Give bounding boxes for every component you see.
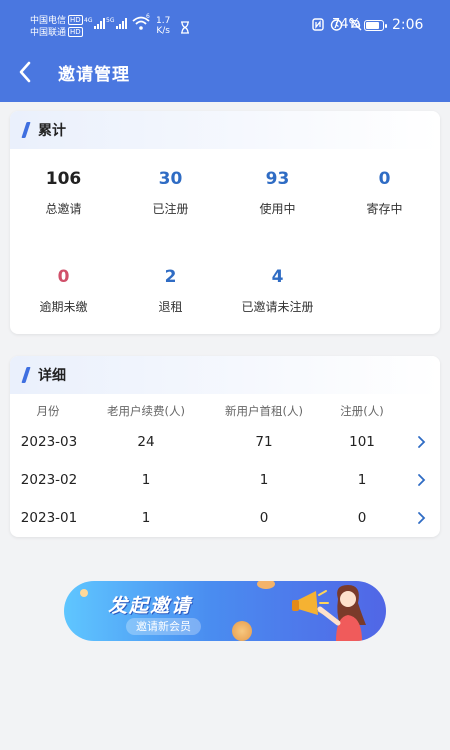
coin-decoration [257, 581, 275, 589]
coin-decoration [232, 621, 252, 641]
clock: 2:06 [392, 17, 424, 33]
stat-label: 退租 [158, 300, 183, 314]
column-header-month: 月份 [36, 404, 60, 418]
stat-label: 总邀请 [45, 202, 82, 216]
summary-card: 累计 106 总邀请 30 已注册 93 使用中 0 寄存中 0 逾期未缴 2 … [10, 111, 440, 334]
coin-decoration [80, 589, 88, 597]
row-month: 2023-02 [20, 472, 78, 488]
app-header: 中国电信 HD 中国联通 HD 4G 5G 6 1.7 K/s 74% 2:06… [0, 0, 450, 102]
row-register: 101 [349, 434, 375, 450]
stat-value: 106 [45, 169, 82, 189]
back-button[interactable] [10, 56, 40, 88]
speed-value: 1.7 [156, 16, 171, 26]
row-register: 0 [357, 510, 367, 526]
wifi-label: 6 [146, 13, 150, 20]
row-register: 1 [357, 472, 367, 488]
megaphone-icon [292, 585, 366, 641]
table-row[interactable]: 2023-02 1 1 1 [10, 472, 440, 510]
status-bar: 中国电信 HD 中国联通 HD 4G 5G 6 1.7 K/s 74% 2:06 [0, 0, 450, 52]
stat-registered: 30 已注册 [117, 169, 224, 217]
row-new-rent: 0 [259, 510, 269, 526]
table-row[interactable]: 2023-01 1 0 0 [10, 510, 440, 537]
stat-overdue: 0 逾期未缴 [10, 267, 117, 315]
details-card: 详细 月份 老用户续费(人) 新用户首租(人) 注册(人) 2023-03 24… [10, 356, 440, 537]
hourglass-icon [180, 19, 190, 38]
wifi-icon: 6 [131, 13, 151, 35]
stat-label: 已邀请未注册 [241, 300, 314, 314]
section-marker-icon [21, 367, 31, 383]
column-header-renew: 老用户续费(人) [107, 404, 185, 418]
hd-badge-1: HD [68, 15, 83, 25]
stat-value: 2 [164, 267, 177, 287]
table-row[interactable]: 2023-03 24 71 101 [10, 434, 440, 472]
speed-unit: K/s [156, 26, 170, 36]
stat-value: 0 [57, 267, 70, 287]
stat-total-invites: 106 总邀请 [10, 169, 117, 217]
stat-label: 使用中 [259, 202, 296, 216]
stat-returned: 2 退租 [117, 267, 224, 315]
chevron-right-icon[interactable] [417, 511, 426, 525]
invite-banner-button[interactable]: 发起邀请 邀请新会员 [64, 581, 386, 641]
stat-stored: 0 寄存中 [331, 169, 438, 217]
battery-icon [364, 20, 387, 31]
network-type-1: 4G [84, 17, 93, 24]
back-icon [19, 61, 31, 83]
column-header-new-rent: 新用户首租(人) [225, 404, 303, 418]
signal-icon: 4G [84, 17, 106, 29]
row-new-rent: 1 [259, 472, 269, 488]
page-title: 邀请管理 [58, 65, 130, 85]
summary-title: 累计 [38, 123, 66, 139]
banner-subtitle: 邀请新会员 [126, 618, 201, 635]
chevron-right-icon[interactable] [417, 435, 426, 449]
stat-value: 93 [265, 169, 290, 189]
stat-value: 30 [158, 169, 183, 189]
column-header-register: 注册(人) [340, 404, 384, 418]
row-month: 2023-03 [20, 434, 78, 450]
stat-value: 0 [378, 169, 391, 189]
signal-icon: 5G [106, 17, 128, 29]
table-header: 月份 老用户续费(人) 新用户首租(人) 注册(人) [10, 403, 440, 419]
stat-label: 寄存中 [366, 202, 403, 216]
battery-percent: 74% [332, 17, 361, 32]
stat-invited-unregistered: 4 已邀请未注册 [224, 267, 331, 315]
chevron-right-icon[interactable] [417, 473, 426, 487]
stat-value: 4 [271, 267, 284, 287]
stat-label: 逾期未缴 [39, 300, 88, 314]
banner-title: 发起邀请 [108, 595, 193, 617]
stat-in-use: 93 使用中 [224, 169, 331, 217]
carrier-2: 中国联通 [30, 28, 67, 38]
hd-badge-2: HD [68, 27, 83, 37]
row-renew: 1 [141, 510, 151, 526]
network-type-2: 5G [106, 17, 115, 24]
row-new-rent: 71 [255, 434, 273, 450]
row-month: 2023-01 [20, 510, 78, 526]
stat-label: 已注册 [152, 202, 189, 216]
details-card-header: 详细 [10, 356, 440, 394]
network-speed: 1.7 K/s [156, 16, 170, 36]
nfc-icon [312, 18, 324, 31]
row-renew: 1 [141, 472, 151, 488]
row-renew: 24 [137, 434, 155, 450]
carrier-1: 中国电信 [30, 16, 67, 26]
carrier-info: 中国电信 HD 中国联通 HD [30, 15, 83, 39]
section-marker-icon [21, 122, 31, 138]
details-title: 详细 [38, 368, 66, 384]
summary-card-header: 累计 [10, 111, 440, 149]
